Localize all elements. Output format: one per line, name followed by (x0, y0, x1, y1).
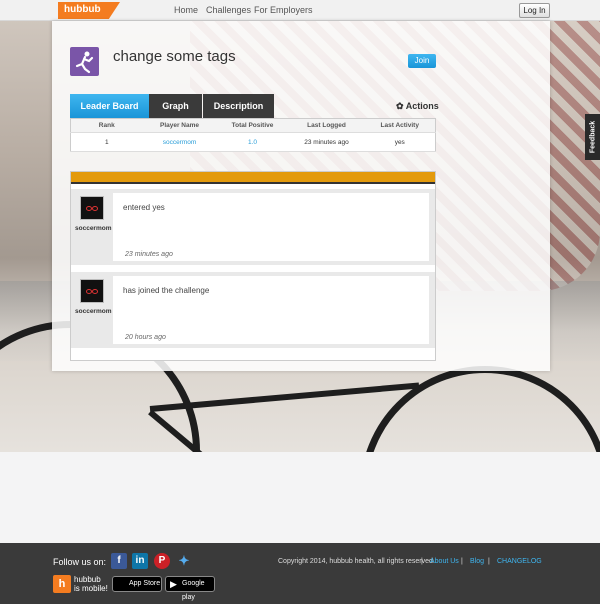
feed-message: has joined the challenge (123, 286, 210, 295)
copyright-text: Copyright 2014, hubbub health, all right… (278, 558, 435, 565)
app-store-label: App Store (129, 580, 161, 587)
hubbub-mobile-logo: h (53, 575, 71, 593)
glasses-icon-right (92, 206, 98, 211)
footer-separator: | (488, 558, 490, 565)
google-play-label: Google play (182, 580, 205, 601)
glasses-icon-right (92, 289, 98, 294)
col-total-positive: Total Positive (216, 118, 289, 133)
footer-link-blog[interactable]: Blog (470, 558, 484, 565)
tab-description[interactable]: Description (203, 94, 274, 118)
feed-timestamp: 20 hours ago (125, 334, 166, 341)
feed-username[interactable]: soccermom (75, 225, 112, 232)
feedback-label: Feedback (589, 120, 596, 154)
footer-link-changelog[interactable]: CHANGELOG (497, 558, 542, 565)
tab-graph[interactable]: Graph (149, 94, 202, 118)
feed-item: soccermom has joined the challenge 20 ho… (71, 272, 435, 348)
mobile-line-2: is mobile! (74, 584, 108, 593)
linkedin-icon[interactable]: in (132, 553, 148, 569)
cell-rank: 1 (70, 132, 143, 152)
facebook-icon[interactable]: f (111, 553, 127, 569)
nav-home[interactable]: Home (174, 5, 198, 15)
gear-icon: ✿ (396, 101, 404, 111)
cell-last-logged: 23 minutes ago (288, 132, 365, 152)
footer: Follow us on: f in P ✦ Copyright 2014, h… (0, 543, 600, 604)
col-last-activity: Last Activity (364, 118, 436, 133)
feed-bubble: has joined the challenge 20 hours ago (113, 276, 429, 344)
avatar[interactable] (80, 196, 104, 220)
play-icon: ▶ (170, 579, 177, 589)
feed-header-bar (71, 172, 435, 184)
challenge-runner-icon (70, 47, 99, 76)
leaderboard-header-row: Rank Player Name Total Positive Last Log… (70, 118, 436, 133)
feed-username[interactable]: soccermom (75, 308, 112, 315)
feed-item: soccermom entered yes 23 minutes ago (71, 189, 435, 265)
hubbub-logo[interactable]: hubbub (58, 2, 120, 19)
tab-leader-board[interactable]: Leader Board (70, 94, 149, 118)
nav-challenges[interactable]: Challenges (206, 5, 251, 15)
activity-feed: soccermom entered yes 23 minutes ago soc… (70, 171, 436, 361)
challenge-title: change some tags (113, 48, 236, 65)
col-player-name: Player Name (142, 118, 217, 133)
challenge-panel: change some tags Join Leader Board Graph… (52, 21, 550, 371)
footer-separator: | (421, 558, 423, 565)
app-store-badge[interactable]: App Store (112, 576, 162, 592)
bike-front-wheel (360, 366, 600, 452)
feed-timestamp: 23 minutes ago (125, 251, 173, 258)
col-last-logged: Last Logged (288, 118, 365, 133)
cell-total-positive[interactable]: 1.0 (216, 132, 289, 152)
col-rank: Rank (70, 118, 143, 133)
follow-us-label: Follow us on: (53, 557, 107, 567)
footer-link-about-us[interactable]: About Us (430, 558, 459, 565)
feedback-tab[interactable]: Feedback (585, 114, 600, 160)
leaderboard-table: Rank Player Name Total Positive Last Log… (70, 118, 436, 152)
avatar[interactable] (80, 279, 104, 303)
actions-menu[interactable]: ✿ Actions (396, 101, 439, 112)
cell-player-link[interactable]: soccermom (142, 132, 217, 152)
nav-for-employers[interactable]: For Employers (254, 5, 313, 15)
google-play-badge[interactable]: ▶ Google play (165, 576, 215, 601)
feed-bubble: entered yes 23 minutes ago (113, 193, 429, 261)
hubbub-mobile-text: hubbub is mobile! (74, 575, 108, 593)
bike-frame-top (149, 382, 420, 412)
footer-separator: | (461, 558, 463, 565)
feed-message: entered yes (123, 203, 165, 212)
twitter-icon[interactable]: ✦ (176, 553, 192, 569)
actions-label: Actions (405, 101, 439, 111)
mobile-line-1: hubbub (74, 575, 101, 584)
cell-last-activity: yes (364, 132, 436, 152)
top-bar: hubbub Home Challenges For Employers Log… (0, 0, 600, 21)
join-button[interactable]: Join (408, 54, 436, 68)
login-button[interactable]: Log In (519, 3, 550, 18)
logo-text: hubbub (64, 4, 101, 15)
pinterest-icon[interactable]: P (154, 553, 170, 569)
table-row: 1 soccermom 1.0 23 minutes ago yes (70, 132, 436, 152)
